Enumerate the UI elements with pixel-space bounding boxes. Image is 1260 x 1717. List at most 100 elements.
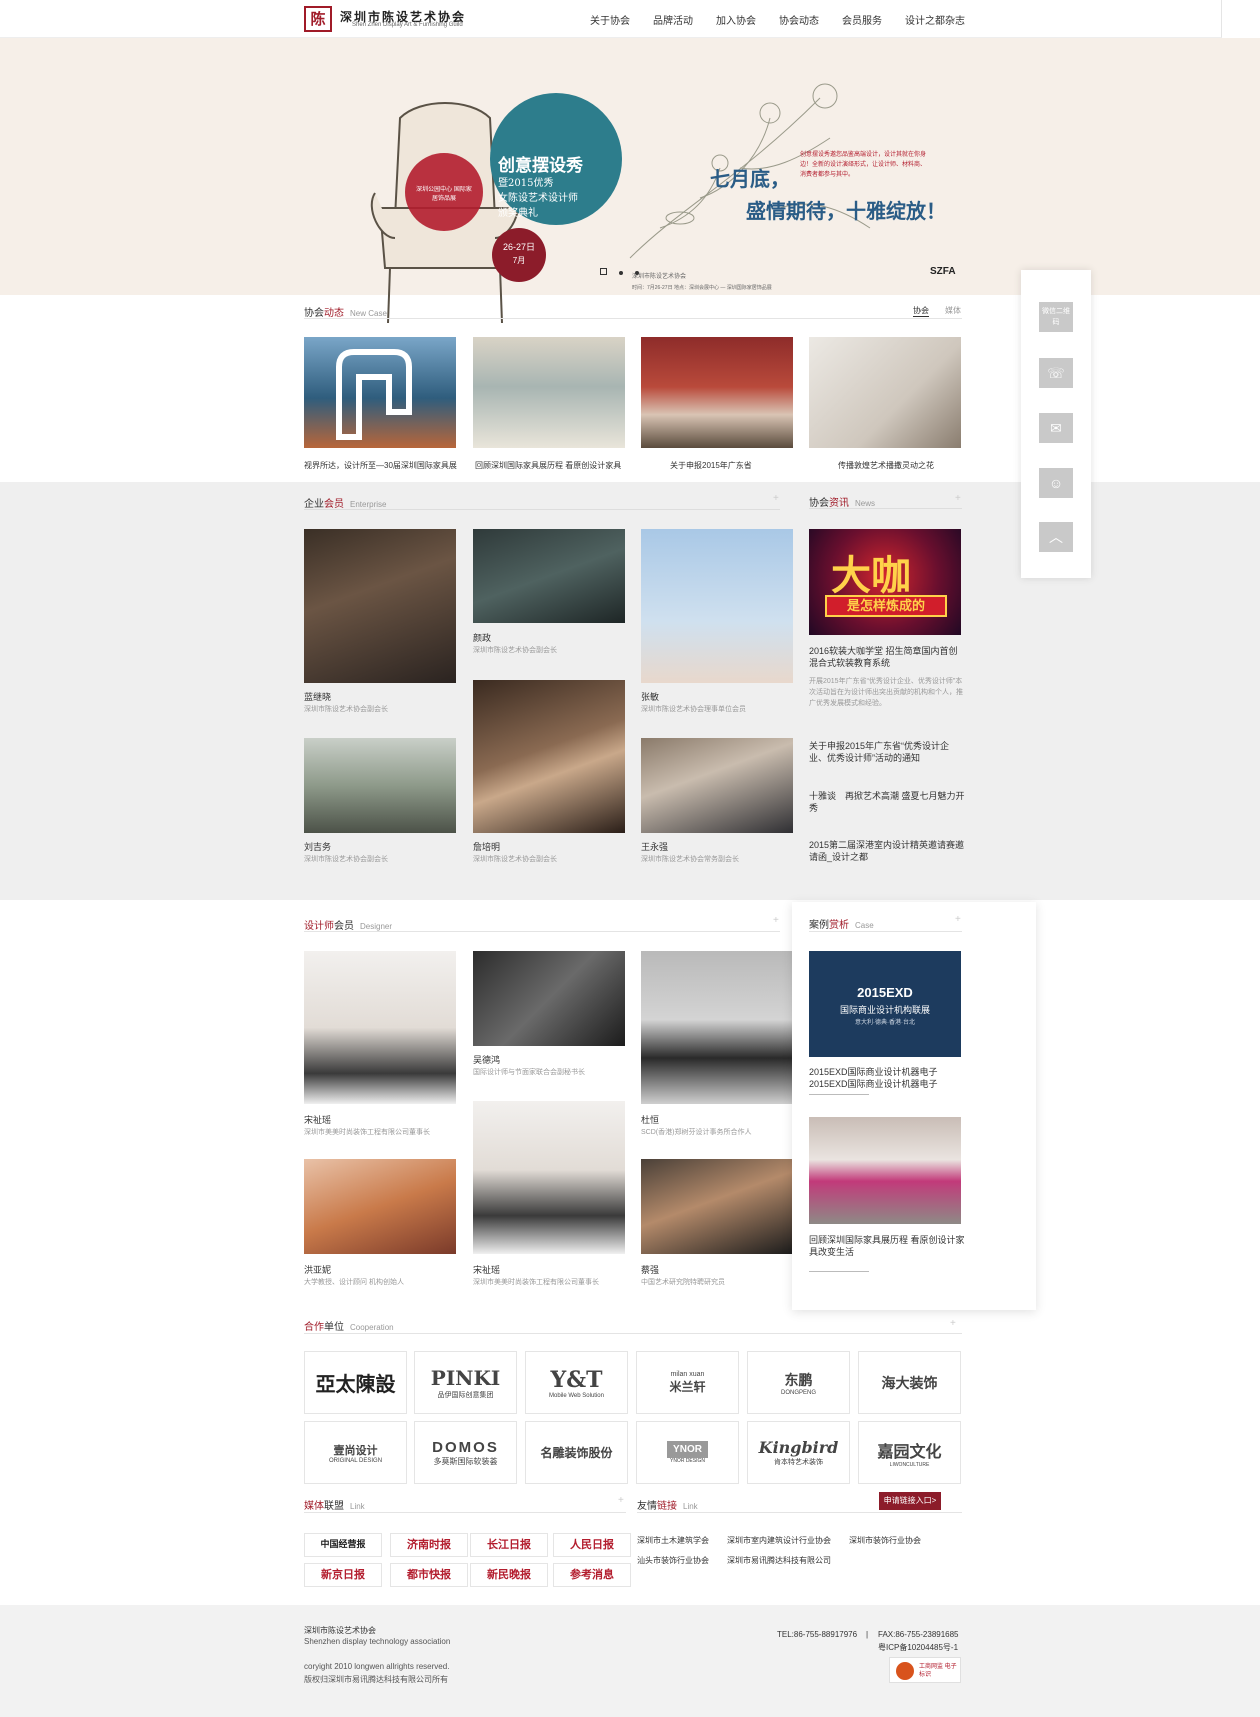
partner-logo-5[interactable]: 东鹏 DONGPENG [747, 1351, 850, 1414]
designer-photo-3[interactable] [641, 951, 793, 1104]
media-logo-4[interactable]: 人民日报 [553, 1533, 631, 1557]
news-feature-image[interactable]: 大咖 是怎样炼成的 [809, 529, 961, 635]
tab-association[interactable]: 协会 [913, 305, 929, 317]
designer-name-3[interactable]: 杜恒 [641, 1113, 659, 1126]
member-photo-4[interactable] [304, 738, 456, 833]
friend-link-4[interactable]: 汕头市装饰行业协会 [637, 1555, 709, 1566]
qr-code-button[interactable]: 微信二维码 [1039, 302, 1073, 332]
member-name-6[interactable]: 王永强 [641, 840, 668, 853]
dynamics-caption-1[interactable]: 视界所达，设计所至—30届深圳国际家具展 [304, 460, 464, 471]
member-photo-3[interactable] [641, 529, 793, 683]
partner-logo-2[interactable]: PINKI 品伊国际创意集团 [414, 1351, 517, 1414]
designer-name-1[interactable]: 宋祉瑶 [304, 1113, 331, 1126]
dynamics-caption-2[interactable]: 回顾深圳国际家具展历程 看原创设计家具 [475, 460, 635, 471]
qq-icon[interactable]: ☺ [1039, 468, 1073, 498]
case-caption-1[interactable]: 2015EXD国际商业设计机器电子2015EXD国际商业设计机器电子 [809, 1066, 965, 1090]
news-more-button[interactable]: + [955, 493, 961, 504]
carousel-dot-3[interactable] [635, 271, 639, 275]
dynamics-image-3[interactable] [641, 337, 793, 448]
tab-media[interactable]: 媒体 [945, 305, 961, 316]
member-photo-1[interactable] [304, 529, 456, 683]
coop-more-button[interactable]: + [950, 1318, 956, 1329]
designer-name-6[interactable]: 蔡强 [641, 1263, 659, 1276]
hero-banner[interactable]: 深圳公园中心 国际家居饰品展 创意摆设秀 暨2015优秀 女陈设艺术设计师 颁奖… [0, 38, 1260, 324]
apply-link-button[interactable]: 申请链接入口> [879, 1492, 941, 1510]
nav-brand-events[interactable]: 品牌活动 [653, 12, 693, 27]
cases-more-button[interactable]: + [955, 914, 961, 925]
media-logo-8[interactable]: 参考消息 [553, 1563, 631, 1587]
designer-name-5[interactable]: 宋祉瑶 [473, 1263, 500, 1276]
news-feature-desc: 开展2015年广东省“优秀设计企业、优秀设计师”本次活动旨在为设计师出突出贡献的… [809, 678, 963, 707]
nav-about[interactable]: 关于协会 [590, 12, 630, 40]
friend-link-2[interactable]: 深圳市室内建筑设计行业协会 [727, 1535, 831, 1546]
logo-mark[interactable]: 陈 [304, 6, 332, 32]
member-name-1[interactable]: 蓝继晓 [304, 690, 331, 703]
nav-member-service[interactable]: 会员服务 [842, 12, 882, 27]
member-photo-2[interactable] [473, 529, 625, 623]
designer-photo-5[interactable] [473, 1101, 625, 1254]
member-photo-6[interactable] [641, 738, 793, 833]
partner-logo-8[interactable]: DOMOS 多莫斯国际软装荟 [414, 1421, 517, 1484]
partner-logo-3[interactable]: Y&T Mobile Web Solution [525, 1351, 628, 1414]
designer-photo-4[interactable] [304, 1159, 456, 1254]
dynamics-caption-4[interactable]: 传播敦煌艺术播撒灵动之花 [838, 460, 934, 471]
case-image-2[interactable] [809, 1117, 961, 1224]
partner-logo-11[interactable]: Kingbird 肯本特艺术装饰 [747, 1421, 850, 1484]
member-name-5[interactable]: 詹培明 [473, 840, 500, 853]
media-more-button[interactable]: + [618, 1495, 624, 1506]
news-item-1[interactable]: 关于申报2015年广东省“优秀设计企业、优秀设计师”活动的通知 [809, 740, 965, 764]
friend-link-3[interactable]: 深圳市装饰行业协会 [849, 1535, 921, 1546]
case-caption-2[interactable]: 回顾深圳国际家具展历程 看原创设计家具改变生活 [809, 1234, 965, 1258]
partner-logo-4[interactable]: milan xuan 米兰轩 [636, 1351, 739, 1414]
divider [304, 509, 780, 510]
phone-icon[interactable]: ☏ [1039, 358, 1073, 388]
partner-logo-7[interactable]: 壹尚设计 ORIGINAL DESIGN [304, 1421, 407, 1484]
news-feature-title[interactable]: 2016软装大咖学堂 招生简章国内首创混合式软装教育系统 [809, 645, 965, 669]
partner-logo-1[interactable]: 亞太陳設 [304, 1351, 407, 1414]
partner-logo-9[interactable]: 名雕装饰股份 [525, 1421, 628, 1484]
designer-name-2[interactable]: 吴德鸿 [473, 1053, 500, 1066]
designer-photo-1[interactable] [304, 951, 456, 1104]
enterprise-more-button[interactable]: + [773, 493, 779, 504]
footer-badge[interactable]: 工商网监 电子标识 [889, 1657, 961, 1683]
friend-link-5[interactable]: 深圳市易讯腾达科技有限公司 [727, 1555, 831, 1566]
dynamics-image-4[interactable] [809, 337, 961, 448]
media-logo-3[interactable]: 长江日报 [470, 1533, 548, 1557]
media-logo-1[interactable]: 中国经营报 [304, 1533, 382, 1557]
designer-photo-2[interactable] [473, 951, 625, 1046]
footer-icp[interactable]: 粤ICP备10204485号-1 [878, 1642, 958, 1653]
designer-name-4[interactable]: 洪亚妮 [304, 1263, 331, 1276]
nav-news[interactable]: 协会动态 [779, 12, 819, 27]
partner-logo-10[interactable]: YNOR YNOR DESIGN [636, 1421, 739, 1484]
partner-logo-5-text: 东鹏 [784, 1371, 813, 1388]
dynamics-image-1[interactable] [304, 337, 456, 448]
back-to-top-icon[interactable]: ︿ [1039, 522, 1073, 552]
banner-headline-2: 盛情期待，十雅绽放！ [746, 199, 946, 223]
mail-icon[interactable]: ✉ [1039, 413, 1073, 443]
news-item-3[interactable]: 2015第二届深港室内设计精英邀请赛邀请函_设计之都 [809, 839, 965, 863]
media-logo-5[interactable]: 新京日报 [304, 1563, 382, 1587]
carousel-dot-1[interactable] [600, 268, 607, 275]
dynamics-image-2[interactable] [473, 337, 625, 448]
member-name-4[interactable]: 刘吉务 [304, 840, 331, 853]
designer-more-button[interactable]: + [773, 915, 779, 926]
dynamics-caption-3[interactable]: 关于申报2015年广东省 [670, 460, 752, 471]
member-photo-5[interactable] [473, 680, 625, 833]
partner-logo-12[interactable]: 嘉园文化 LIWONCULTURE [858, 1421, 961, 1484]
friend-link-1[interactable]: 深圳市土木建筑学会 [637, 1535, 709, 1546]
member-name-3[interactable]: 张敏 [641, 690, 659, 703]
partner-logo-6[interactable]: 海大装饰 [858, 1351, 961, 1414]
designer-photo-6[interactable] [641, 1159, 793, 1254]
nav-join[interactable]: 加入协会 [716, 12, 756, 27]
case-image-1[interactable]: 2015EXD 国际商业设计机构联展 意大利·德典·香港·台北 [809, 951, 961, 1057]
media-logo-6[interactable]: 都市快报 [390, 1563, 468, 1587]
footer-copyright: coryight 2010 longwen allrights reserved… [304, 1662, 450, 1671]
carousel-dot-2[interactable] [619, 271, 623, 275]
media-section-title: 媒体联盟 Link [304, 1497, 365, 1512]
news-item-2[interactable]: 十雅谈 再掀艺术高潮 盛夏七月魅力开秀 [809, 790, 965, 814]
nav-magazine[interactable]: 设计之都杂志 [905, 12, 965, 27]
member-name-2[interactable]: 颜政 [473, 631, 491, 644]
media-logo-2[interactable]: 济南时报 [390, 1533, 468, 1557]
designer-section-title: 设计师会员 Designer [304, 917, 392, 932]
media-logo-7[interactable]: 新民晚报 [470, 1563, 548, 1587]
